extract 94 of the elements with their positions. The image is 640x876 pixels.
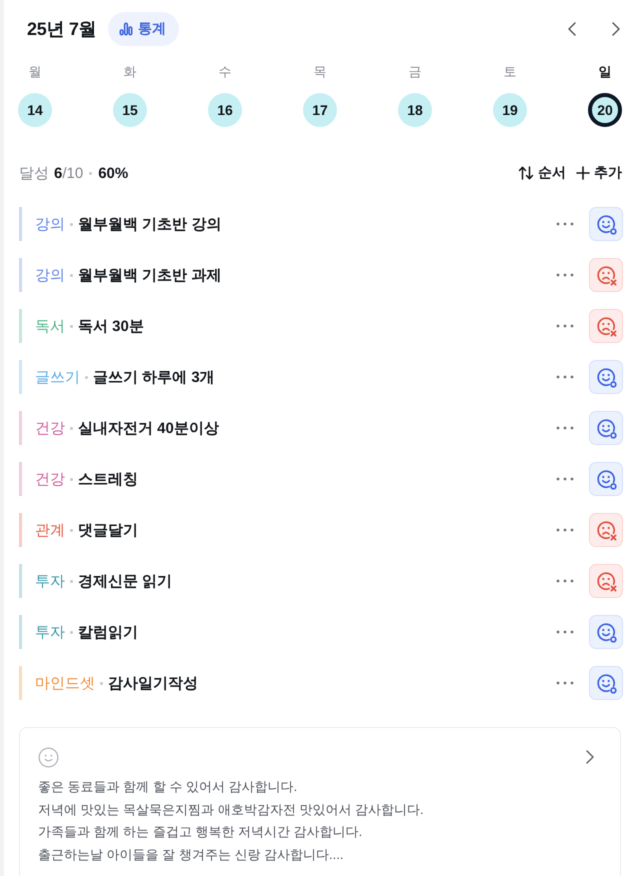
sad-face-icon	[594, 570, 618, 592]
month-title: 25년 7월	[27, 18, 96, 41]
date-button[interactable]: 15	[113, 93, 147, 127]
smile-icon	[594, 620, 618, 644]
chevron-left-icon[interactable]	[568, 22, 576, 36]
habit-title: 댓글달기	[78, 520, 138, 540]
more-icon[interactable]	[556, 324, 574, 328]
smile-icon	[594, 212, 618, 236]
total-count: /10	[62, 164, 84, 182]
date-button[interactable]: 14	[18, 93, 52, 127]
stats-button[interactable]: 통계	[108, 12, 180, 46]
done-count: 6	[54, 164, 62, 182]
category-label: 독서	[35, 316, 65, 336]
progress-percent: 60%	[98, 164, 128, 182]
status-button[interactable]	[589, 615, 623, 649]
progress-label: 달성	[19, 164, 49, 182]
status-button[interactable]	[589, 513, 623, 547]
more-icon[interactable]	[556, 426, 574, 430]
habit-title: 글쓰기 하루에 3개	[93, 368, 215, 386]
status-button[interactable]	[589, 207, 623, 241]
category-bar	[19, 666, 22, 700]
status-button[interactable]	[589, 258, 623, 292]
category-bar	[19, 615, 22, 649]
category-label: 투자	[35, 622, 65, 642]
category-bar	[19, 462, 22, 496]
date-button[interactable]: 20	[588, 93, 622, 127]
weekday-label: 목	[314, 63, 326, 81]
category-label: 마인드셋	[35, 674, 95, 692]
sort-button[interactable]: 순서	[518, 164, 566, 182]
category-bar	[19, 309, 22, 343]
habit-title: 감사일기작성	[108, 674, 198, 692]
habit-title: 칼럼읽기	[78, 622, 138, 642]
status-button[interactable]	[589, 360, 623, 394]
more-icon[interactable]	[556, 630, 574, 634]
more-icon[interactable]	[556, 528, 574, 532]
date-button[interactable]: 16	[208, 93, 242, 127]
memo-text: 가족들과 함께 하는 즐겁고 행복한 저녁시간 감사합니다.	[38, 823, 364, 841]
sad-face-icon	[594, 314, 618, 338]
bar-chart-icon	[119, 22, 134, 36]
sad-face-icon	[594, 264, 618, 286]
status-button[interactable]	[589, 564, 623, 598]
weekday-label: 토	[504, 63, 516, 81]
smile-icon	[38, 746, 59, 768]
more-icon[interactable]	[556, 222, 574, 226]
memo-text: 좋은 동료들과 함께 할 수 있어서 감사합니다.	[38, 778, 298, 796]
category-label: 건강	[35, 470, 65, 488]
status-button[interactable]	[589, 666, 623, 700]
habit-title: 스트레칭	[78, 470, 138, 488]
add-button[interactable]: 추가	[576, 164, 622, 182]
category-label: 투자	[35, 572, 65, 590]
smile-icon	[594, 366, 618, 388]
chevron-right-icon[interactable]	[612, 22, 620, 36]
plus-icon	[576, 166, 590, 180]
weekday-label: 화	[124, 63, 136, 81]
chevron-right-icon[interactable]	[586, 750, 594, 764]
memo-text: 저녁에 맛있는 목살묵은지찜과 애호박감자전 맛있어서 감사합니다.	[38, 800, 425, 818]
more-icon[interactable]	[556, 681, 574, 685]
date-button[interactable]: 19	[493, 93, 527, 127]
category-bar	[19, 360, 22, 394]
weekday-label: 월	[28, 63, 42, 81]
status-button[interactable]	[589, 309, 623, 343]
date-button[interactable]: 17	[303, 93, 337, 127]
sad-face-icon	[594, 518, 618, 542]
weekday-label: 수	[218, 63, 232, 81]
category-label: 건강	[35, 418, 65, 438]
category-label: 글쓰기	[35, 368, 80, 386]
status-button[interactable]	[589, 411, 623, 445]
category-label: 강의	[35, 266, 65, 284]
category-bar	[19, 258, 22, 292]
category-bar	[19, 513, 22, 547]
habit-title: 월부월백 기초반 과제	[78, 266, 222, 284]
category-bar	[19, 411, 22, 445]
sort-arrows-icon	[518, 166, 534, 180]
habit-title: 실내자전거 40분이상	[78, 418, 219, 438]
smile-icon	[594, 416, 618, 440]
status-button[interactable]	[589, 462, 623, 496]
date-button[interactable]: 18	[398, 93, 432, 127]
category-label: 관계	[35, 520, 65, 540]
smile-icon	[594, 672, 618, 694]
category-label: 강의	[35, 214, 65, 234]
category-bar	[19, 207, 22, 241]
more-icon[interactable]	[556, 375, 574, 379]
smile-icon	[594, 468, 618, 490]
more-icon[interactable]	[556, 579, 574, 583]
memo-card[interactable]: 좋은 동료들과 함께 할 수 있어서 감사합니다. 저녁에 맛있는 목살묵은지찜과 애호박감자전 맛있어서 감사합니다. 가족들과 함께 하는 즐겁고 행복한 저녁시간 감사합니다. 출근하는날 아이들을 잘 챙겨주는 신랑 감사합니다....	[19, 727, 621, 876]
more-icon[interactable]	[556, 477, 574, 481]
category-bar	[19, 564, 22, 598]
habit-title: 독서 30분	[78, 316, 144, 336]
habit-title: 월부월백 기초반 강의	[78, 214, 222, 234]
memo-text: 출근하는날 아이들을 잘 챙겨주는 신랑 감사합니다....	[38, 846, 345, 864]
more-icon[interactable]	[556, 273, 574, 277]
habit-title: 경제신문 읽기	[78, 572, 172, 590]
weekday-label: 일	[598, 63, 612, 81]
weekday-label: 금	[408, 63, 422, 81]
